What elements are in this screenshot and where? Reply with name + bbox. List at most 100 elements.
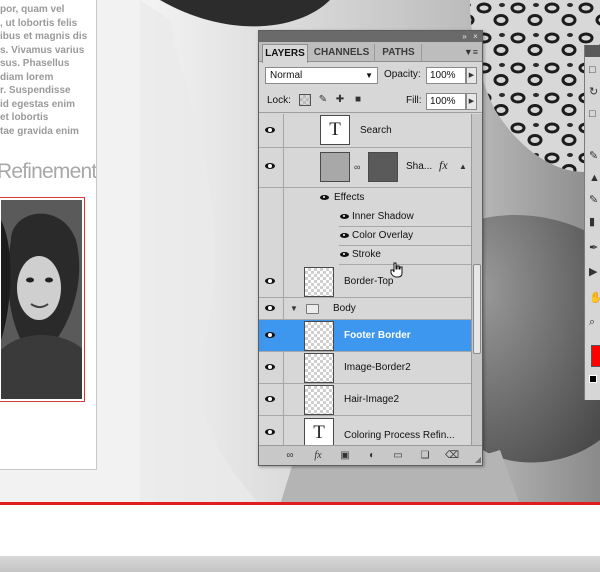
fx-icon[interactable]: fx (439, 158, 448, 173)
layer-name[interactable]: Hair-Image2 (344, 393, 399, 407)
foreground-color-swatch[interactable] (591, 345, 600, 367)
lock-label: Lock: (267, 95, 291, 106)
blend-mode-select[interactable]: Normal ▼ (265, 67, 378, 84)
eye-icon[interactable] (264, 395, 278, 405)
lock-all-padlock-icon[interactable]: ■ (352, 94, 364, 106)
eye-icon[interactable] (264, 304, 278, 314)
effect-row-color-overlay[interactable]: Color Overlay (339, 227, 471, 246)
close-icon[interactable]: × (471, 32, 480, 41)
resize-grip-icon[interactable]: ◢ (475, 455, 481, 464)
effect-name[interactable]: Stroke (352, 248, 381, 262)
add-mask-icon[interactable]: ▣ (338, 449, 352, 462)
eraser-tool-icon[interactable]: ▮ (589, 215, 600, 229)
eye-icon[interactable] (264, 331, 278, 341)
layer-row-coloring-process[interactable]: T Coloring Process Refin... (259, 416, 471, 445)
add-layer-style-icon[interactable]: fx (311, 449, 325, 462)
tab-channels[interactable]: CHANNELS (309, 44, 375, 62)
panel-titlebar[interactable]: » × (259, 31, 482, 42)
layers-panel: » × LAYERS CHANNELS PATHS ▼≡ Normal ▼ Op… (258, 30, 483, 466)
delete-layer-trash-icon[interactable]: ⌫ (445, 449, 459, 462)
tools-panel-header[interactable] (585, 45, 600, 57)
group-expand-triangle-icon[interactable]: ▼ (290, 304, 298, 313)
layer-name[interactable]: Coloring Process Refin... (344, 429, 455, 443)
lasso-tool-icon[interactable]: ↻ (589, 85, 600, 99)
effect-name[interactable]: Color Overlay (352, 229, 413, 243)
pasteboard-edge (0, 556, 600, 572)
fill-field[interactable]: 100% (426, 93, 466, 110)
eye-icon[interactable] (339, 232, 349, 240)
layer-row-border-top[interactable]: Border-Top (259, 265, 471, 298)
layer-thumbnail (304, 353, 334, 383)
default-colors-icon[interactable] (589, 375, 597, 383)
stamp-tool-icon[interactable]: ▲ (589, 171, 600, 185)
layer-row-image-border2[interactable]: Image-Border2 (259, 352, 471, 384)
lock-transparency-icon[interactable] (299, 94, 311, 106)
brush-tool-icon[interactable]: ✎ (589, 149, 600, 163)
zoom-tool-icon[interactable]: ⌕ (589, 315, 600, 329)
eye-icon[interactable] (264, 162, 278, 172)
layer-list-scrollbar[interactable] (471, 114, 482, 445)
layer-row-search[interactable]: T Search (259, 114, 471, 148)
body-copy: por, quam vel , ut lobortis felis ibus e… (0, 3, 90, 138)
blend-mode-value: Normal (270, 70, 303, 81)
adjustment-layer-icon[interactable]: ◐ (365, 449, 379, 462)
effect-row-inner-shadow[interactable]: Inner Shadow (339, 208, 471, 227)
layer-name[interactable]: Image-Border2 (344, 361, 411, 375)
layer-name[interactable]: Border-Top (344, 275, 393, 289)
tools-panel: □ ↻ □ ✎ ▲ ✎ ▮ ✒ ▶ ✋ ⌕ (584, 45, 600, 400)
text-layer-thumbnail: T (304, 418, 334, 445)
new-group-icon[interactable]: ▭ (391, 449, 405, 462)
pen-tool-icon[interactable]: ✒ (589, 241, 600, 255)
layer-thumbnail (304, 267, 334, 297)
eye-icon[interactable] (339, 213, 349, 221)
tab-paths[interactable]: PATHS (376, 44, 422, 62)
collapse-effects-arrow-icon[interactable]: ▲ (459, 162, 467, 171)
lock-pixels-brush-icon[interactable]: ✎ (317, 94, 329, 106)
collapse-icon[interactable]: » (460, 32, 469, 41)
body-line: et lobortis (0, 112, 49, 123)
eye-icon[interactable] (264, 126, 278, 136)
eye-icon[interactable] (264, 363, 278, 373)
opacity-field[interactable]: 100% (426, 67, 466, 84)
fill-slider-arrow-icon[interactable]: ▶ (466, 93, 477, 110)
layer-list[interactable]: T Search ∞ Sha... fx ▲ Effects Inner Sha… (259, 114, 471, 445)
scrollbar-thumb[interactable] (473, 264, 481, 354)
section-heading: Refinement (0, 160, 97, 183)
history-brush-icon[interactable]: ✎ (589, 193, 600, 207)
link-layers-icon[interactable]: ∞ (283, 449, 297, 462)
portrait-frame (0, 197, 85, 402)
opacity-slider-arrow-icon[interactable]: ▶ (466, 67, 477, 84)
body-line: , ut lobortis felis (0, 17, 78, 29)
tab-layers[interactable]: LAYERS (262, 44, 308, 63)
new-layer-icon[interactable]: ❏ (418, 449, 432, 462)
eye-icon[interactable] (339, 251, 349, 259)
layer-row-footer-border[interactable]: Footer Border (259, 320, 471, 352)
crop-tool-icon[interactable]: □ (589, 107, 600, 121)
fill-label: Fill: (406, 95, 422, 106)
layer-name[interactable]: Footer Border (344, 329, 411, 343)
layer-name[interactable]: Search (360, 124, 392, 138)
group-name[interactable]: Body (333, 302, 356, 316)
eye-icon[interactable] (264, 428, 278, 438)
text-layer-thumbnail: T (320, 115, 350, 145)
layer-row-shape[interactable]: ∞ Sha... fx ▲ (259, 148, 471, 188)
layer-row-hair-image2[interactable]: Hair-Image2 (259, 384, 471, 416)
effect-name[interactable]: Inner Shadow (352, 210, 414, 224)
body-line: r. Suspendisse (0, 85, 71, 96)
layer-name[interactable]: Sha... (406, 160, 432, 174)
layer-group-body[interactable]: ▼ Body (259, 298, 471, 320)
marquee-tool-icon[interactable]: □ (589, 63, 600, 77)
panel-menu-icon[interactable]: ▼≡ (464, 47, 478, 57)
lock-position-move-icon[interactable]: ✚ (334, 94, 346, 106)
eye-icon[interactable] (264, 277, 278, 287)
effect-row-stroke[interactable]: Stroke (339, 246, 471, 265)
body-line: por, quam vel (0, 4, 65, 15)
hand-tool-icon[interactable]: ✋ (589, 291, 600, 305)
body-line: s. Vivamus varius (0, 44, 85, 56)
effects-header-row[interactable]: Effects (259, 188, 471, 208)
portrait-drawing (1, 200, 82, 399)
lock-row: Lock: ✎ ✚ ■ Fill: 100% ▶ (259, 89, 482, 113)
body-line: diam lorem (0, 71, 54, 83)
path-select-icon[interactable]: ▶ (589, 265, 600, 279)
eye-icon[interactable] (319, 194, 329, 202)
